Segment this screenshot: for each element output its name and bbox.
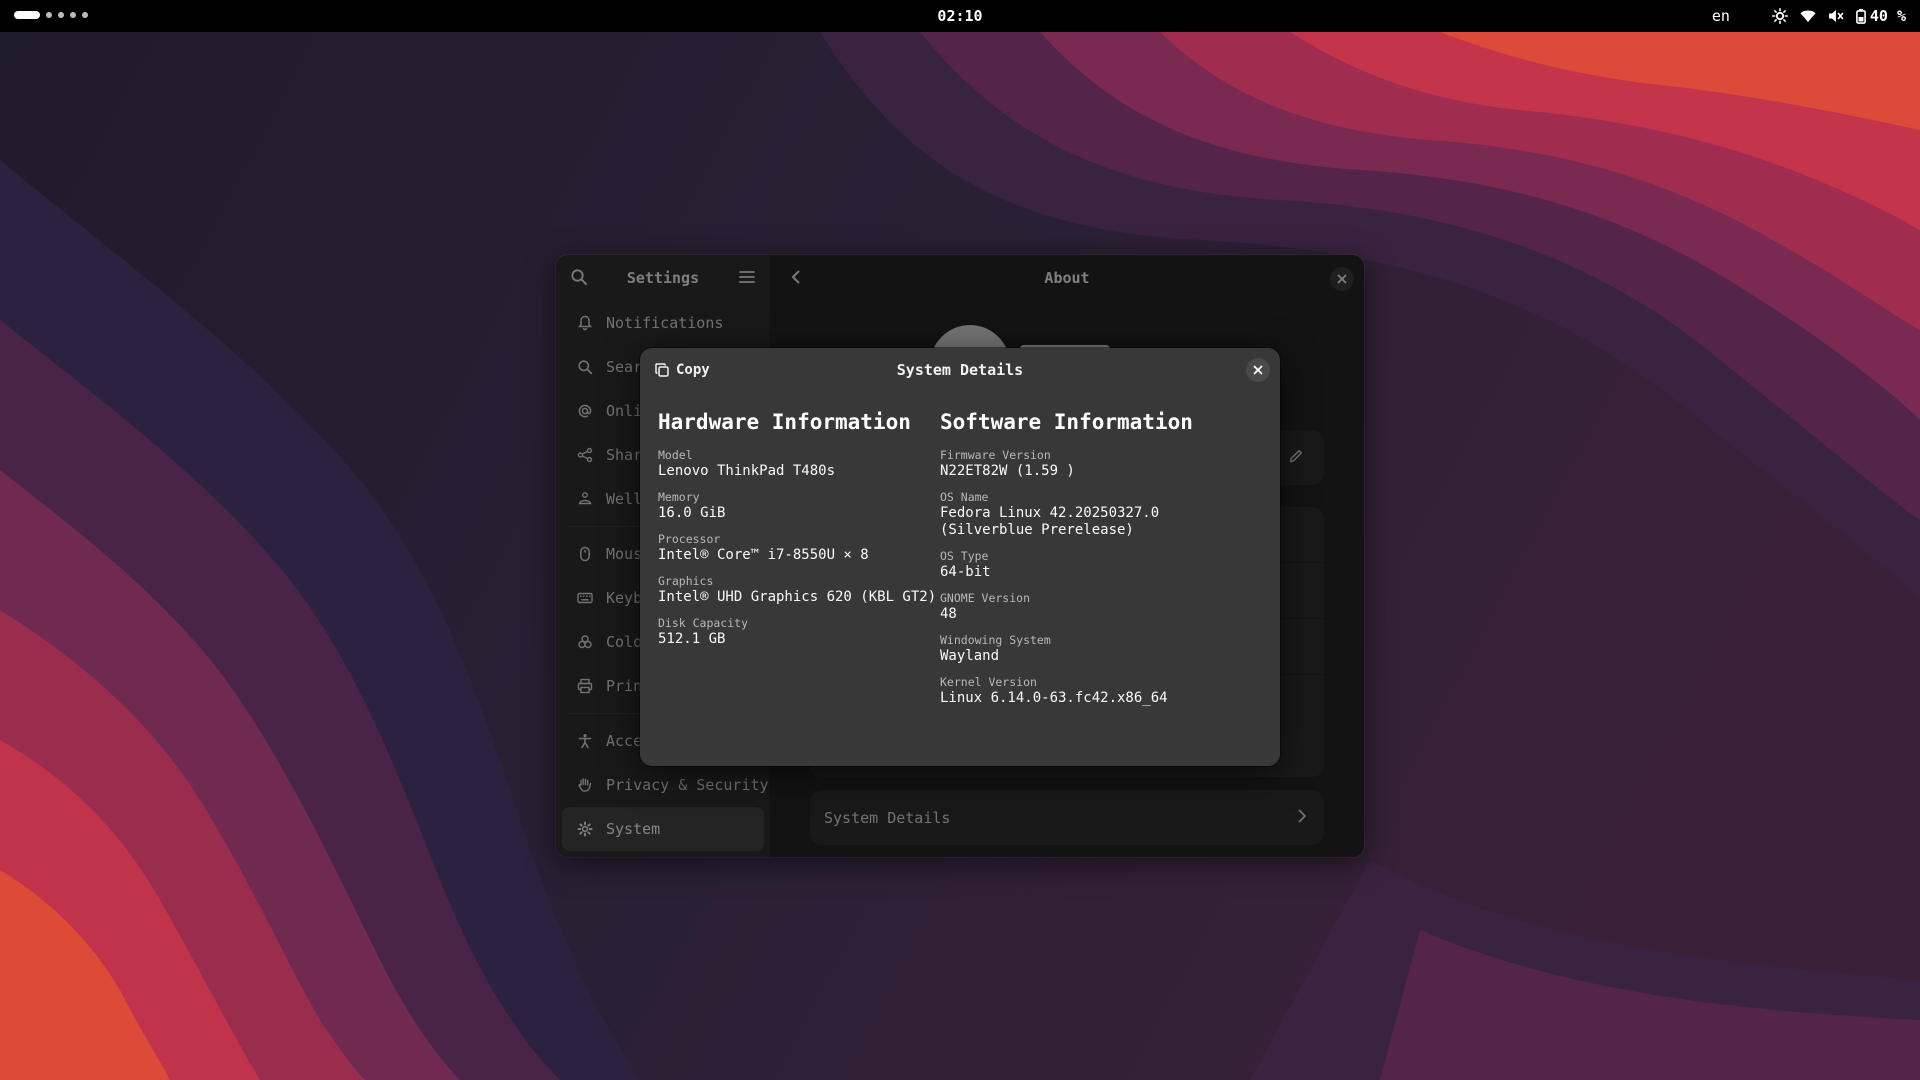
field-key: Windowing System	[940, 633, 1051, 647]
system-details-dialog: Copy System Details Hardware Information…	[640, 348, 1280, 766]
hw-field: Disk Capacity 512.1 GB	[658, 616, 948, 648]
system-tray[interactable]: en 40 %	[1712, 0, 1906, 32]
field-value: Wayland	[940, 648, 1000, 664]
sw-field: GNOME Version 48	[940, 591, 1260, 623]
battery-indicator: 40 %	[1855, 7, 1906, 25]
dialog-close-button[interactable]	[1246, 358, 1270, 382]
close-icon	[1253, 365, 1263, 375]
hardware-column: Hardware Information Model Lenovo ThinkPa…	[658, 410, 948, 658]
battery-percent: 40 %	[1869, 7, 1906, 25]
workspace-dot[interactable]	[82, 12, 88, 18]
sw-field: Firmware Version N22ET82W (1.59 )	[940, 448, 1260, 480]
field-value: Lenovo ThinkPad T480s	[658, 463, 836, 479]
dialog-title: System Details	[896, 361, 1024, 379]
workspace-dot[interactable]	[58, 12, 64, 18]
field-key: Kernel Version	[940, 675, 1037, 689]
field-value: 64-bit	[940, 564, 991, 580]
hardware-heading: Hardware Information	[658, 410, 911, 434]
sw-field: Windowing System Wayland	[940, 633, 1260, 665]
field-value: 512.1 GB	[658, 631, 726, 647]
field-key: Firmware Version	[940, 448, 1051, 462]
top-bar: 02:10 en 40 %	[0, 0, 1920, 32]
field-key: GNOME Version	[940, 591, 1031, 605]
field-key: Processor	[658, 532, 721, 546]
field-key: OS Type	[940, 549, 989, 563]
volume-muted-icon	[1828, 9, 1844, 23]
field-value: Intel® UHD Graphics 620 (KBL GT2)	[658, 589, 937, 605]
hw-field: Graphics Intel® UHD Graphics 620 (KBL GT2…	[658, 574, 948, 606]
field-value: Intel® Core™ i7-8550U × 8	[658, 547, 869, 563]
field-key: Model	[658, 448, 693, 462]
field-value: 16.0 GiB	[658, 505, 726, 521]
dialog-header: Copy System Details	[640, 348, 1280, 392]
field-value: N22ET82W (1.59 )	[940, 463, 1075, 479]
clock[interactable]: 02:10	[937, 7, 982, 25]
sw-field: OS Type 64-bit	[940, 549, 1260, 581]
workspace-indicator[interactable]	[14, 11, 88, 19]
sw-field: OS Name Fedora Linux 42.20250327.0 (Silve…	[940, 490, 1260, 539]
software-column: Software Information Firmware Version N22…	[940, 410, 1260, 717]
field-value: 48	[940, 606, 957, 622]
sw-field: Kernel Version Linux 6.14.0-63.fc42.x86_6…	[940, 675, 1260, 707]
workspace-active-dot[interactable]	[14, 11, 40, 19]
language-indicator[interactable]: en	[1712, 7, 1730, 25]
hw-field: Processor Intel® Core™ i7-8550U × 8	[658, 532, 948, 564]
field-key: OS Name	[940, 490, 989, 504]
field-key: Memory	[658, 490, 700, 504]
field-key: Graphics	[658, 574, 714, 588]
hw-field: Model Lenovo ThinkPad T480s	[658, 448, 948, 480]
field-value: Fedora Linux 42.20250327.0 (Silverblue P…	[940, 505, 1160, 538]
software-heading: Software Information	[940, 410, 1193, 434]
workspace-dot[interactable]	[70, 12, 76, 18]
wifi-icon	[1800, 9, 1816, 23]
brightness-icon	[1771, 8, 1788, 24]
workspace-dot[interactable]	[46, 12, 52, 18]
field-key: Disk Capacity	[658, 616, 749, 630]
field-value: Linux 6.14.0-63.fc42.x86_64	[940, 690, 1168, 706]
battery-icon	[1855, 8, 1866, 24]
hw-field: Memory 16.0 GiB	[658, 490, 948, 522]
